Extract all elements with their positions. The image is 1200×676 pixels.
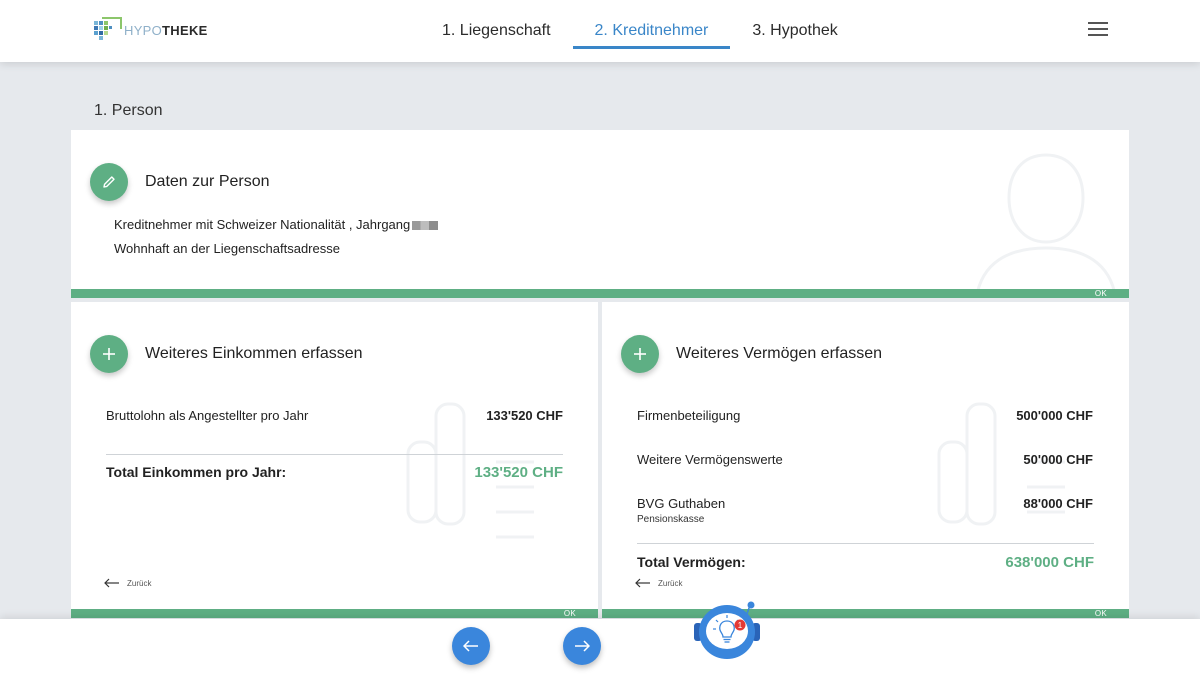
top-header: HYPOTHEKE 1. Liegenschaft 2. Kreditnehme… <box>0 0 1200 62</box>
person-silhouette-icon <box>974 153 1118 298</box>
add-income-button[interactable] <box>90 335 128 373</box>
asset-row-label: Firmenbeteiligung <box>637 408 741 423</box>
income-status-bar <box>71 609 598 618</box>
person-ok-label: OK <box>1094 289 1107 298</box>
hamburger-menu-icon[interactable] <box>1088 22 1108 40</box>
assistant-robot-button[interactable]: 1 <box>692 601 762 663</box>
assets-status-bar <box>602 609 1129 618</box>
person-status-bar <box>71 289 1129 298</box>
asset-row-sublabel: Pensionskasse <box>637 514 705 525</box>
assets-divider <box>637 543 1094 544</box>
income-back-link[interactable]: Zurück <box>104 578 151 588</box>
assistant-notification-badge: 1 <box>738 621 743 630</box>
edit-person-button[interactable] <box>90 163 128 201</box>
income-divider <box>106 454 563 455</box>
previous-step-button[interactable] <box>452 627 490 665</box>
income-ok-label: OK <box>563 609 576 618</box>
tab-liegenschaft[interactable]: 1. Liegenschaft <box>420 0 573 62</box>
pencil-icon <box>103 176 115 188</box>
asset-row-label: Weitere Vermögenswerte <box>637 452 783 467</box>
arrow-left-icon <box>104 578 119 588</box>
income-back-label: Zurück <box>127 578 152 588</box>
assets-total-label: Total Vermögen: <box>637 554 746 570</box>
income-card: Weiteres Einkommen erfassen Bruttolohn a… <box>71 302 598 618</box>
assets-card-title: Weiteres Vermögen erfassen <box>676 345 883 362</box>
person-card: Daten zur Person Kreditnehmer mit Schwei… <box>71 130 1129 298</box>
income-total-label: Total Einkommen pro Jahr: <box>106 464 287 480</box>
add-asset-button[interactable] <box>621 335 659 373</box>
plus-icon <box>634 348 646 360</box>
logo-grid-icon <box>92 15 122 45</box>
person-card-title: Daten zur Person <box>145 173 270 190</box>
income-row-value: 133'520 CHF <box>486 408 563 423</box>
assets-card: Weiteres Vermögen erfassen Firmenbeteili… <box>602 302 1129 618</box>
income-total-value: 133'520 CHF <box>474 464 563 481</box>
arrow-left-icon <box>463 640 478 652</box>
assets-ok-label: OK <box>1094 609 1107 618</box>
asset-row-label: BVG Guthaben <box>637 496 726 511</box>
arrow-left-icon <box>635 578 650 588</box>
step-tabs: 1. Liegenschaft 2. Kreditnehmer 3. Hypot… <box>420 0 860 62</box>
tab-hypothek[interactable]: 3. Hypothek <box>730 0 859 62</box>
section-title: 1. Person <box>94 102 163 119</box>
logo-text-light: HYPO <box>124 22 163 38</box>
logo-text-bold: THEKE <box>162 22 208 38</box>
tab-kreditnehmer[interactable]: 2. Kreditnehmer <box>572 0 731 62</box>
asset-row-value: 500'000 CHF <box>1016 408 1093 423</box>
bottom-footer <box>0 619 1200 676</box>
asset-row-value: 88'000 CHF <box>1023 496 1093 511</box>
logo-text: HYPOTHEKE <box>124 23 208 38</box>
assets-back-label: Zurück <box>658 578 683 588</box>
document-watermark-icon <box>937 402 1065 526</box>
income-card-title: Weiteres Einkommen erfassen <box>145 345 363 362</box>
plus-icon <box>103 348 115 360</box>
income-row-label: Bruttolohn als Angestellter pro Jahr <box>106 408 309 423</box>
robot-lightbulb-icon: 1 <box>694 601 760 659</box>
assets-back-link[interactable]: Zurück <box>635 578 682 588</box>
person-nationality-line: Kreditnehmer mit Schweizer Nationalität … <box>114 217 439 232</box>
assets-total-value: 638'000 CHF <box>1005 554 1094 571</box>
arrow-right-icon <box>575 640 590 652</box>
asset-row-value: 50'000 CHF <box>1023 452 1093 467</box>
next-step-button[interactable] <box>563 627 601 665</box>
masked-year <box>412 221 439 231</box>
person-address-line: Wohnhaft an der Liegenschaftsadresse <box>114 241 340 256</box>
hypotheke-logo[interactable]: HYPOTHEKE <box>92 14 208 46</box>
person-nationality-text: Kreditnehmer mit Schweizer Nationalität … <box>114 217 411 232</box>
